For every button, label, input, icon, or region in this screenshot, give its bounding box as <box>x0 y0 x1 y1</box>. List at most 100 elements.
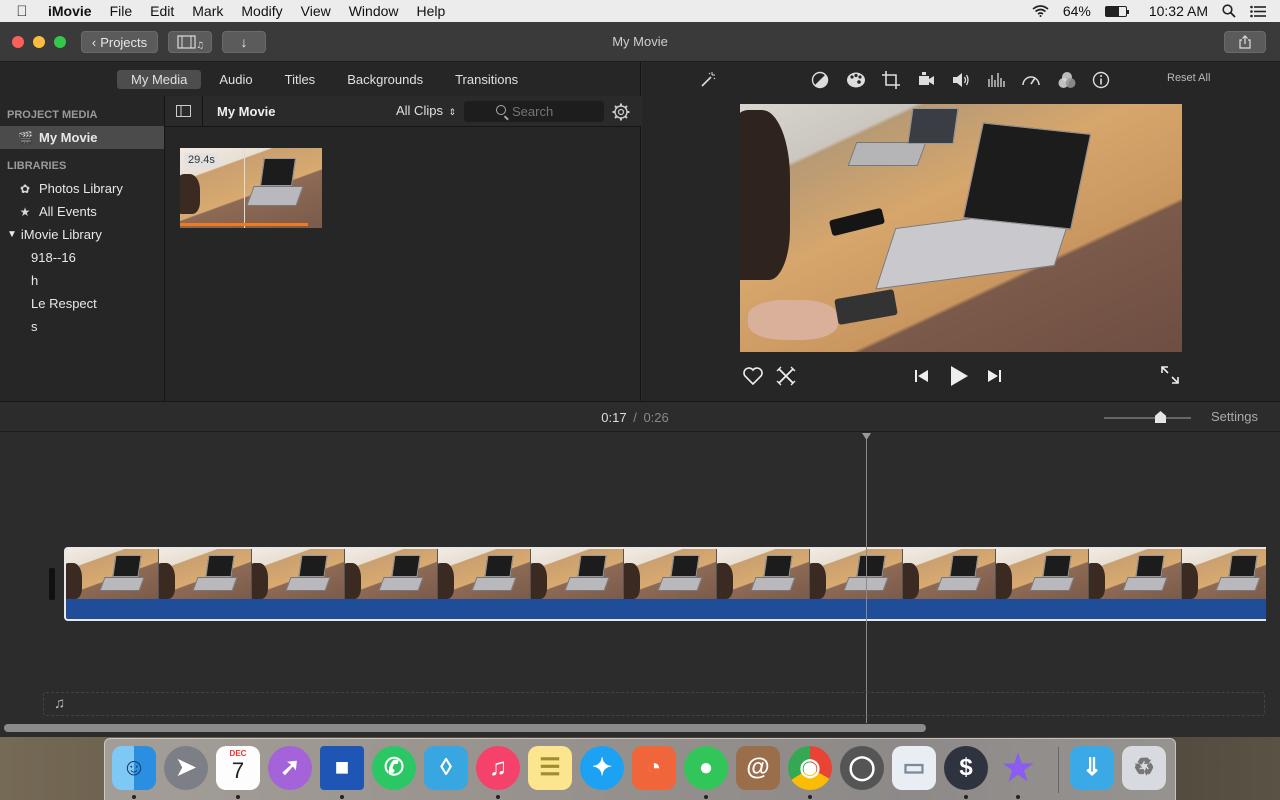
reject-icon[interactable] <box>776 366 796 386</box>
clip-filter-icon[interactable] <box>1057 71 1076 89</box>
timecode-separator: / <box>633 410 637 425</box>
battery-icon[interactable] <box>1104 5 1129 17</box>
noise-reduction-icon[interactable] <box>987 71 1005 89</box>
volume-icon[interactable] <box>951 71 969 89</box>
play-icon[interactable] <box>948 365 970 387</box>
gear-icon[interactable] <box>612 103 630 121</box>
menu-view[interactable]: View <box>292 3 340 19</box>
frame-screen-shape <box>670 555 700 577</box>
finder-app-icon[interactable]: ☺ <box>112 746 156 790</box>
sidebar-event-item[interactable]: h <box>0 269 164 292</box>
sidebar-toggle-icon[interactable] <box>176 105 191 117</box>
color-correction-icon[interactable] <box>846 71 865 89</box>
notification-center-icon[interactable] <box>1250 5 1266 18</box>
video-preview[interactable] <box>740 104 1182 352</box>
info-icon[interactable] <box>1092 71 1110 89</box>
tab-my-media[interactable]: My Media <box>117 69 202 89</box>
menu-help[interactable]: Help <box>408 3 455 19</box>
sidebar-event-item[interactable]: Le Respect <box>0 292 164 315</box>
sidebar-event-item[interactable]: s <box>0 315 164 338</box>
imovie-app-icon[interactable]: ★ <box>996 746 1040 790</box>
favorite-heart-icon[interactable] <box>742 366 764 386</box>
battery-percent[interactable]: 64% <box>1063 3 1091 19</box>
frame-laptop-shape <box>99 577 145 591</box>
updown-chevron-icon: ⇕ <box>448 107 457 117</box>
video-laptop-screen-shape <box>962 122 1092 230</box>
horizontal-scrollbar[interactable] <box>4 724 926 732</box>
menu-edit[interactable]: Edit <box>141 3 183 19</box>
share-button[interactable] <box>1224 31 1266 53</box>
timeline-settings-button[interactable]: Settings <box>1211 409 1258 424</box>
tab-titles[interactable]: Titles <box>271 70 330 89</box>
files-app-icon[interactable]: ▭ <box>892 746 936 790</box>
music-app-icon[interactable]: ♫ <box>476 746 520 790</box>
menu-file[interactable]: File <box>101 3 142 19</box>
tab-backgrounds[interactable]: Backgrounds <box>333 70 437 89</box>
frame-screen-shape <box>391 555 421 577</box>
chrome-app-icon[interactable]: ◉ <box>788 746 832 790</box>
contacts-app-icon[interactable]: @ <box>736 746 780 790</box>
spotlight-icon[interactable] <box>1222 4 1236 18</box>
clip-filter-dropdown[interactable]: All Clips ⇕ <box>396 103 456 118</box>
clip-laptop-shape <box>246 186 304 206</box>
tab-transitions[interactable]: Transitions <box>441 70 532 89</box>
frame-screen-shape <box>949 555 979 577</box>
menu-mark[interactable]: Mark <box>183 3 232 19</box>
wifi-icon[interactable] <box>1032 5 1049 17</box>
skip-forward-icon[interactable] <box>986 368 1002 384</box>
disclosure-triangle-icon[interactable]: ▼ <box>7 229 17 240</box>
filmstrip-frame <box>252 549 345 599</box>
safari-app-icon[interactable]: ➚ <box>268 746 312 790</box>
playhead-marker[interactable] <box>862 433 871 440</box>
filmstrip-frame <box>624 549 717 599</box>
calendar-app-icon[interactable]: DEC 7 <box>216 746 260 790</box>
zoom-slider-track[interactable] <box>1104 417 1191 419</box>
dictionary-app-icon[interactable]: ■ <box>320 746 364 790</box>
downloads-folder-icon[interactable]: ⇓ <box>1070 746 1114 790</box>
timeline-video-clip[interactable] <box>64 547 1266 621</box>
frame-screen-shape <box>205 555 235 577</box>
playhead-line[interactable] <box>866 433 867 723</box>
money-app-icon[interactable]: $ <box>944 746 988 790</box>
menubar-clock[interactable]: 10:32 AM <box>1149 3 1208 19</box>
camera-app-icon[interactable]: ◯ <box>840 746 884 790</box>
menu-window[interactable]: Window <box>340 3 408 19</box>
twitter-app-icon[interactable]: ✦ <box>580 746 624 790</box>
menu-app-name[interactable]: iMovie <box>44 3 101 19</box>
frame-laptop-shape <box>1029 577 1075 591</box>
background-music-well[interactable]: ♫ <box>43 692 1265 716</box>
sidebar-item-my-movie[interactable]: 🎬 My Movie <box>0 126 164 149</box>
crop-icon[interactable] <box>882 71 900 89</box>
tab-audio[interactable]: Audio <box>205 70 266 89</box>
fullscreen-icon[interactable] <box>1160 365 1180 385</box>
magic-wand-icon[interactable] <box>699 71 717 89</box>
messages-app-icon[interactable]: ● <box>684 746 728 790</box>
sidebar-item-photos-library[interactable]: ✿ Photos Library <box>0 177 164 200</box>
frame-screen-shape <box>1228 555 1258 577</box>
preview-app-icon[interactable]: ◊ <box>424 746 468 790</box>
color-balance-icon[interactable] <box>811 71 829 89</box>
window-titlebar: ‹ Projects ♫ ↓ My Movie <box>0 22 1280 62</box>
notes-app-icon[interactable]: ☰ <box>528 746 572 790</box>
phone-app-icon[interactable]: ✆ <box>372 746 416 790</box>
speed-icon[interactable] <box>1021 71 1040 89</box>
launchpad-app-icon[interactable]: ➤ <box>164 746 208 790</box>
total-time: 0:26 <box>643 410 669 425</box>
stabilization-icon[interactable] <box>917 71 935 89</box>
frame-laptop-shape <box>378 577 424 591</box>
media-clip-thumbnail[interactable]: 29.4s <box>180 148 322 228</box>
trash-icon[interactable]: ♻ <box>1122 746 1166 790</box>
frame-laptop-shape <box>564 577 610 591</box>
filmstrip-frame <box>1089 549 1182 599</box>
frame-person-shape <box>66 563 82 599</box>
menu-modify[interactable]: Modify <box>232 3 291 19</box>
sidebar-item-imovie-library[interactable]: ▼ iMovie Library <box>0 223 164 246</box>
keynote-app-icon[interactable]: ◔ <box>632 746 676 790</box>
sidebar-event-item[interactable]: 918--16 <box>0 246 164 269</box>
reset-all-button[interactable]: Reset All <box>1167 72 1210 84</box>
track-drag-handle[interactable] <box>49 568 55 600</box>
apple-menu-icon[interactable]:  <box>0 3 44 20</box>
sidebar-item-all-events[interactable]: ★ All Events <box>0 200 164 223</box>
skip-back-icon[interactable] <box>914 368 930 384</box>
search-input[interactable] <box>464 101 604 122</box>
